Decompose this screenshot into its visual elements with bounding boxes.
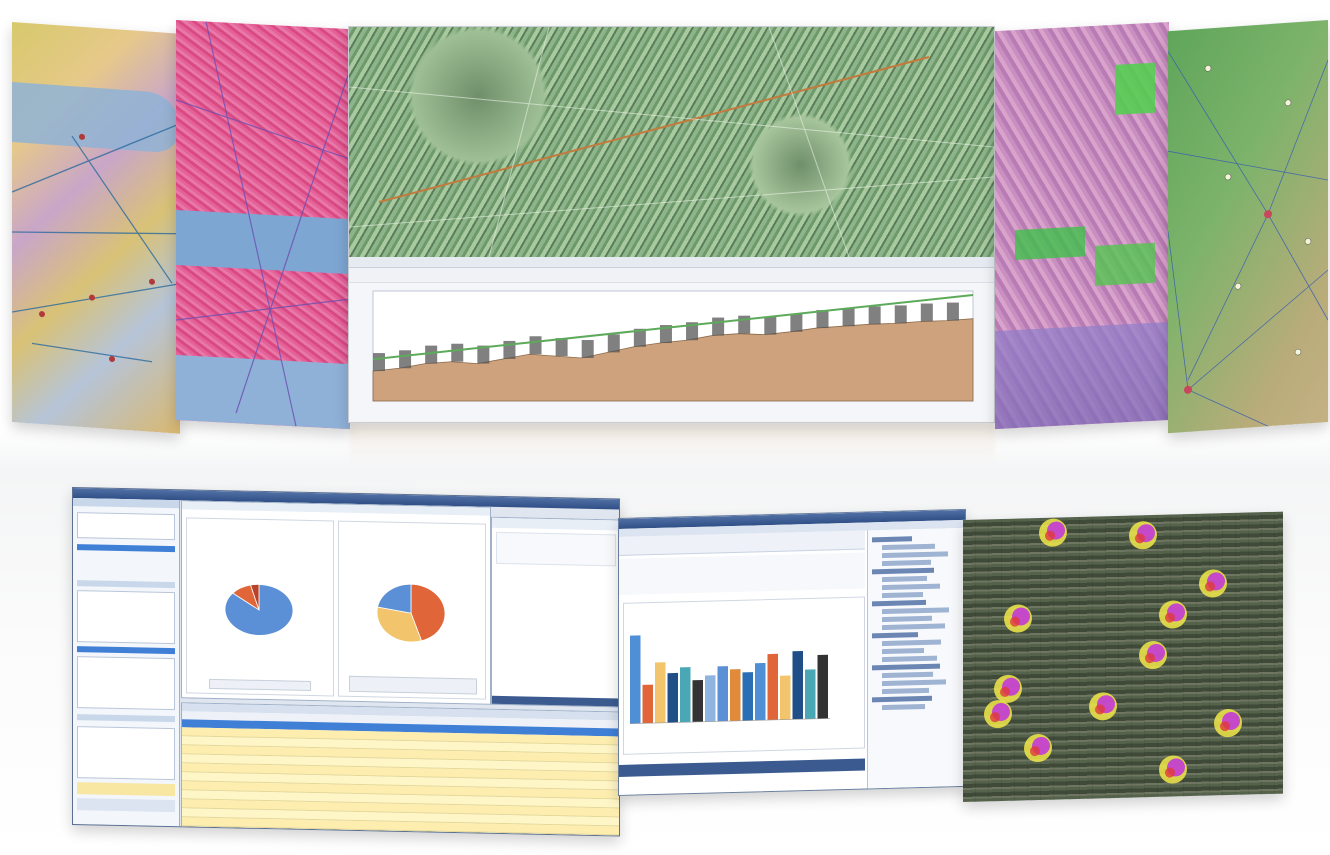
composite-scene	[0, 0, 1330, 855]
tree-item[interactable]	[882, 647, 924, 655]
tree-item[interactable]	[882, 655, 937, 663]
street-grid	[176, 21, 350, 427]
tree-item[interactable]	[872, 663, 940, 671]
tree-item[interactable]	[882, 639, 941, 647]
bar	[817, 654, 828, 719]
network-lines	[1168, 50, 1328, 427]
building-block	[529, 336, 542, 355]
building-block	[451, 343, 464, 362]
bar	[705, 675, 716, 722]
tree-item[interactable]	[872, 536, 912, 543]
bar	[792, 650, 803, 720]
tree-item[interactable]	[872, 567, 934, 575]
tree-item[interactable]	[872, 632, 918, 639]
building-block	[373, 353, 385, 372]
heat-spot	[984, 700, 1012, 729]
building-block	[425, 345, 438, 364]
building-block	[712, 317, 725, 336]
detail-panel	[491, 516, 620, 708]
bar	[667, 672, 678, 723]
bar	[742, 672, 753, 721]
tree-item[interactable]	[882, 687, 929, 695]
tree-item[interactable]	[882, 543, 935, 551]
map-network-right	[1168, 20, 1328, 434]
bar	[730, 669, 741, 722]
tree-item[interactable]	[882, 671, 933, 679]
map-street-pink	[176, 20, 350, 430]
bar	[767, 653, 778, 721]
heat-spot	[1139, 641, 1167, 670]
heat-spots	[984, 518, 1242, 784]
profile-toolbar	[349, 257, 994, 268]
map-satellite-center	[348, 26, 995, 423]
tree-item[interactable]	[882, 679, 946, 687]
tree-item[interactable]	[882, 592, 923, 599]
tree-item[interactable]	[882, 583, 940, 591]
tree-item[interactable]	[882, 559, 931, 567]
building-block	[894, 305, 907, 324]
building-block	[581, 339, 594, 358]
tree-item[interactable]	[882, 575, 927, 583]
bar	[755, 662, 766, 721]
reflection	[350, 424, 995, 464]
building-block	[790, 313, 803, 332]
map-topo-left	[12, 22, 180, 434]
heat-spot	[1089, 692, 1117, 721]
legend-left	[209, 678, 311, 692]
tree-panel	[867, 527, 966, 789]
building-block	[842, 308, 855, 327]
bar	[780, 675, 791, 720]
heat-spot	[1159, 600, 1187, 629]
tree-item[interactable]	[872, 695, 932, 703]
building-block	[764, 316, 777, 335]
chart-area	[181, 500, 491, 705]
building-block	[946, 302, 959, 321]
building-block	[399, 350, 412, 369]
bar	[805, 669, 816, 720]
satellite-view	[349, 27, 994, 257]
bar-chart-frame	[623, 596, 865, 755]
profile-window	[349, 257, 994, 422]
bar	[642, 684, 653, 724]
bar	[692, 679, 703, 723]
building-block	[555, 338, 568, 357]
filter-row	[619, 552, 865, 595]
heat-spot	[1199, 569, 1227, 598]
building-block	[816, 310, 829, 329]
tree-item[interactable]	[882, 615, 932, 623]
legend-right	[349, 675, 477, 695]
tree-item[interactable]	[882, 551, 948, 559]
app-pie-charts	[72, 487, 620, 837]
data-table	[181, 702, 620, 837]
elevation-profile-chart	[372, 290, 974, 402]
tree-item[interactable]	[882, 703, 925, 711]
heat-spot	[994, 674, 1022, 703]
side-panel	[73, 498, 180, 827]
heat-spot	[1024, 734, 1052, 763]
tree-item[interactable]	[872, 599, 926, 607]
tree-item[interactable]	[882, 623, 945, 631]
bar	[680, 667, 691, 723]
heat-spot	[1159, 755, 1187, 784]
tree-item[interactable]	[882, 607, 949, 615]
bar	[630, 635, 641, 724]
heat-spot	[1214, 709, 1242, 738]
map-heat-satellite	[963, 511, 1283, 802]
bar-chart	[630, 635, 830, 724]
profile-path	[378, 56, 930, 203]
bar	[655, 662, 666, 724]
pie-panel-left	[186, 517, 334, 697]
building-block	[920, 303, 933, 322]
bar	[717, 666, 728, 722]
topo-routes	[12, 123, 180, 363]
heat-spot	[1039, 518, 1067, 547]
app-bar-chart	[618, 508, 966, 796]
heat-spot	[1004, 604, 1032, 633]
heat-spot	[1129, 521, 1157, 550]
building-block	[607, 334, 620, 353]
map-street-purple	[995, 22, 1169, 430]
pie-panel-right	[338, 520, 486, 700]
building-block	[868, 306, 881, 325]
